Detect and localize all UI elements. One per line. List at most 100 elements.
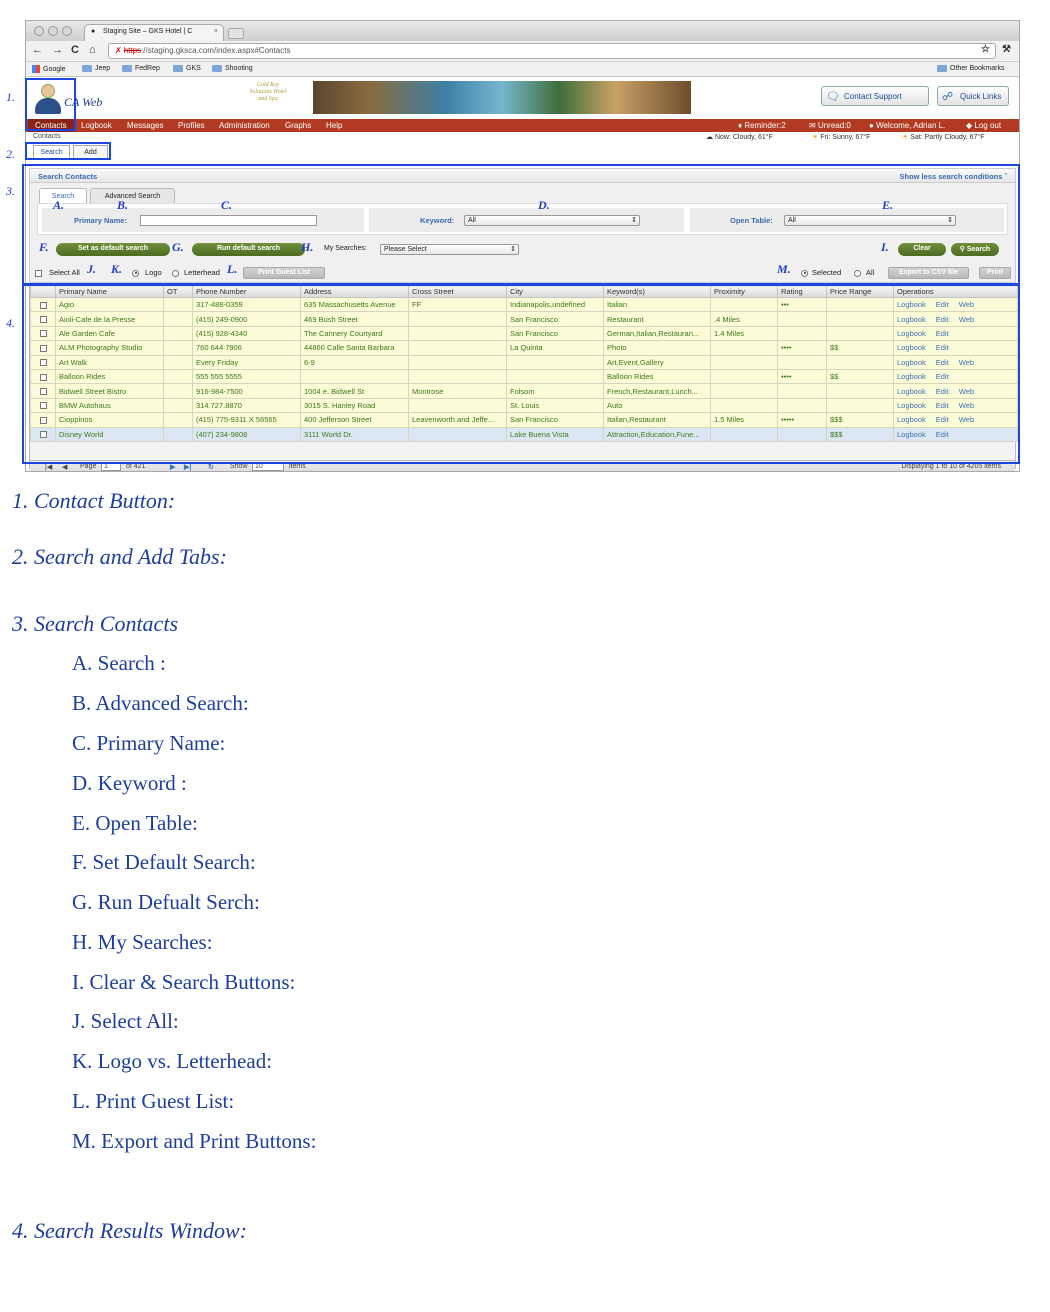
bookmark-shooting[interactable]: Shooting [212,65,253,72]
prev-page-icon[interactable]: ◀ [62,463,67,471]
quick-links-button[interactable]: ☍ Quick Links [937,86,1009,106]
bookmarks-bar: Google Jeep FedRep GKS Shooting Other Bo… [26,62,1019,77]
link-icon: ☍ [942,91,954,103]
next-page-icon[interactable]: ▶ [170,463,175,471]
first-page-icon[interactable]: |◀ [45,463,52,471]
minimize-window-icon[interactable] [48,26,58,36]
close-tab-icon[interactable]: × [214,28,218,35]
browser-tab[interactable]: ● Staging Site – GKS Hotel | C × [84,24,224,41]
menu-administration[interactable]: Administration [219,121,270,130]
app-header: CA Web Gold Key Solutions Hotel and Spa … [26,78,1019,118]
favicon-icon: ● [91,28,96,35]
folder-icon [937,65,947,72]
quick-links-label: Quick Links [960,92,1002,101]
folder-icon [173,65,183,72]
zoom-window-icon[interactable] [62,26,72,36]
menu-messages[interactable]: Messages [127,121,163,130]
annotation-3k: K. Logo vs. Letterhead: [72,1049,273,1073]
marker-j: J. [87,262,96,276]
bookmark-jeep[interactable]: Jeep [82,65,110,72]
contact-support-label: Contact Support [844,92,902,101]
new-tab-button[interactable] [228,28,244,39]
annotation-3d: D. Keyword : [72,771,187,795]
marker-d: D. [538,198,550,212]
annotation-3l: L. Print Guest List: [72,1089,235,1113]
marker-1: 1. [6,90,15,104]
bookmark-label: FedRep [135,65,160,72]
welcome-label: Welcome, Adrian L. [876,121,946,130]
marker-e: E. [882,198,894,212]
menu-help[interactable]: Help [326,121,342,130]
logout-label: Log out [974,121,1002,130]
total-pages: of 421 [126,463,146,470]
bookmark-label: Google [43,65,66,73]
annotation-3i: I. Clear & Search Buttons: [72,970,296,994]
home-icon[interactable]: ⌂ [89,44,96,56]
last-page-icon[interactable]: ▶| [184,463,191,471]
bookmark-label: Shooting [225,65,253,72]
mail-icon: ✉ [809,121,818,130]
user-icon: ● [869,121,877,130]
weather-now: ☁ Now: Cloudy, 61°F [706,133,773,141]
annotation-3b: B. Advanced Search: [72,691,249,715]
folder-icon [122,65,132,72]
annotation-2: 2. Search and Add Tabs: [12,544,227,569]
url-bar[interactable]: ✗ https://staging.gksca.com/index.aspx#Co… [108,43,996,59]
bookmark-gks[interactable]: GKS [173,65,201,72]
hotel-banner-image [313,81,691,114]
annotation-3a: A. Search : [72,651,166,675]
annotation-3j: J. Select All: [72,1009,179,1033]
folder-icon [212,65,222,72]
bookmark-fedrep[interactable]: FedRep [122,65,160,72]
wrench-icon[interactable]: ⚒ [1002,44,1011,55]
marker-l: L. [227,262,238,276]
weather-fri: ☀ Fri: Sunny, 67°F [812,133,870,141]
main-menu: Contacts Logbook Messages Profiles Admin… [26,119,1019,132]
weather-sat-label: Sat: Partly Cloudy, 67°F [910,134,985,141]
breadcrumb: Contacts [33,133,61,140]
highlight-contact-button [25,78,76,131]
folder-icon [82,65,92,72]
menu-logbook[interactable]: Logbook [81,121,112,130]
contact-support-button[interactable]: 🗨 Contact Support [821,86,929,106]
annotation-3c: C. Primary Name: [72,731,226,755]
weather-fri-label: Fri: Sunny, 67°F [820,134,871,141]
reminder-link[interactable]: ♦ Reminder:2 [738,121,786,130]
bookmark-google[interactable]: Google [32,65,66,73]
sun-icon: ☀ [902,134,911,141]
highlight-search-contacts [22,164,1020,285]
menu-profiles[interactable]: Profiles [178,121,205,130]
marker-c: C. [221,198,233,212]
page-label: Page [80,463,97,470]
close-window-icon[interactable] [34,26,44,36]
hotel-logo: Gold Key Solutions Hotel and Spa [249,82,287,103]
cloud-icon: ☁ [706,134,715,141]
menu-graphs[interactable]: Graphs [285,121,311,130]
marker-2: 2. [6,147,15,161]
highlight-search-add-tabs [25,142,111,160]
annotation-3f: F. Set Default Search: [72,850,256,874]
unread-link[interactable]: ✉ Unread:0 [809,121,851,130]
forward-icon[interactable]: → [52,44,63,56]
url-path: ://staging.gksca.com/index.aspx#Contacts [141,46,291,55]
refresh-icon[interactable]: ↻ [208,463,214,471]
marker-b: B. [117,198,129,212]
annotation-3h: H. My Searches: [72,930,213,954]
annotation-3e: E. Open Table: [72,811,198,835]
insecure-lock-icon: ✗ [115,46,122,55]
annotation-1: 1. Contact Button: [12,488,176,513]
star-icon[interactable]: ☆ [981,44,990,55]
reload-icon[interactable]: C [71,44,79,56]
marker-g: G. [172,240,184,254]
other-bookmarks[interactable]: Other Bookmarks [937,65,1004,72]
annotation-3: 3. Search Contacts [12,611,178,636]
show-label: Show [230,463,248,470]
marker-f: F. [39,240,49,254]
navigation-bar: ← → C ⌂ ✗ https://staging.gksca.com/index… [26,41,1019,62]
marker-k: K. [111,262,123,276]
browser-tab-title: Staging Site – GKS Hotel | C [103,28,193,35]
marker-h: H. [301,240,314,254]
title-bar: ● Staging Site – GKS Hotel | C × [26,21,1019,41]
back-icon[interactable]: ← [32,44,43,56]
logout-link[interactable]: ◆ Log out [966,121,1001,130]
